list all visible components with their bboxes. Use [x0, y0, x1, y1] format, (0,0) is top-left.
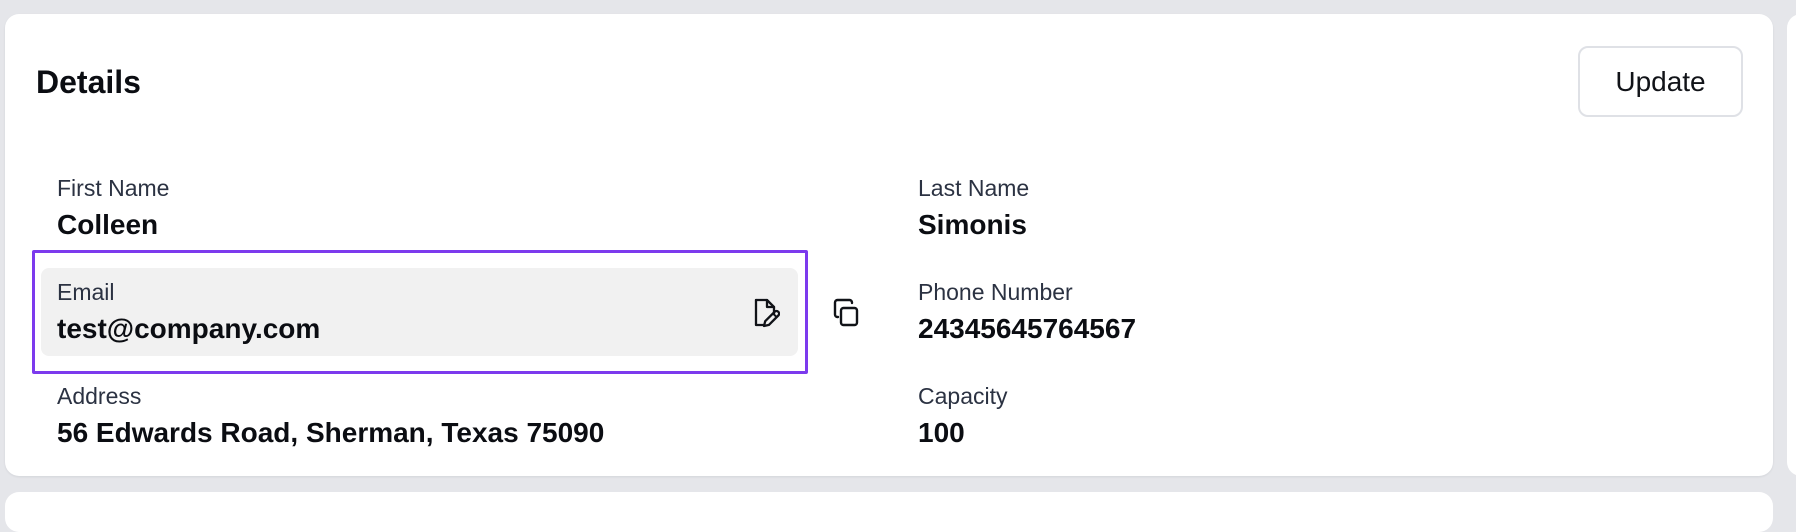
last-name-field: Last Name Simonis	[918, 174, 1029, 242]
last-name-value: Simonis	[918, 209, 1027, 240]
phone-number-label: Phone Number	[918, 279, 1073, 305]
adjacent-card-edge	[1787, 14, 1796, 476]
address-field: Address 56 Edwards Road, Sherman, Texas …	[57, 382, 604, 450]
address-value: 56 Edwards Road, Sherman, Texas 75090	[57, 417, 605, 448]
capacity-label: Capacity	[918, 383, 1008, 409]
edit-email-button[interactable]	[749, 296, 781, 330]
email-field: Email test@company.com	[57, 278, 320, 346]
first-name-label: First Name	[57, 175, 170, 201]
details-title: Details	[36, 64, 141, 100]
email-field-row[interactable]: Email test@company.com	[41, 268, 798, 356]
capacity-field: Capacity 100	[918, 382, 1007, 450]
email-value: test@company.com	[57, 313, 321, 344]
email-label: Email	[57, 279, 115, 305]
update-button[interactable]: Update	[1578, 46, 1743, 117]
first-name-field: First Name Colleen	[57, 174, 169, 242]
next-card-edge	[5, 492, 1773, 532]
file-edit-icon	[750, 297, 780, 329]
first-name-value: Colleen	[57, 209, 159, 240]
phone-number-field: Phone Number 24345645764567	[918, 278, 1136, 346]
phone-number-value: 24345645764567	[918, 313, 1137, 344]
last-name-label: Last Name	[918, 175, 1030, 201]
details-card: Details Update First Name Colleen Last N…	[5, 14, 1773, 476]
address-label: Address	[57, 383, 142, 409]
copy-icon	[831, 297, 861, 329]
copy-email-button[interactable]	[830, 296, 862, 330]
capacity-value: 100	[918, 417, 965, 448]
